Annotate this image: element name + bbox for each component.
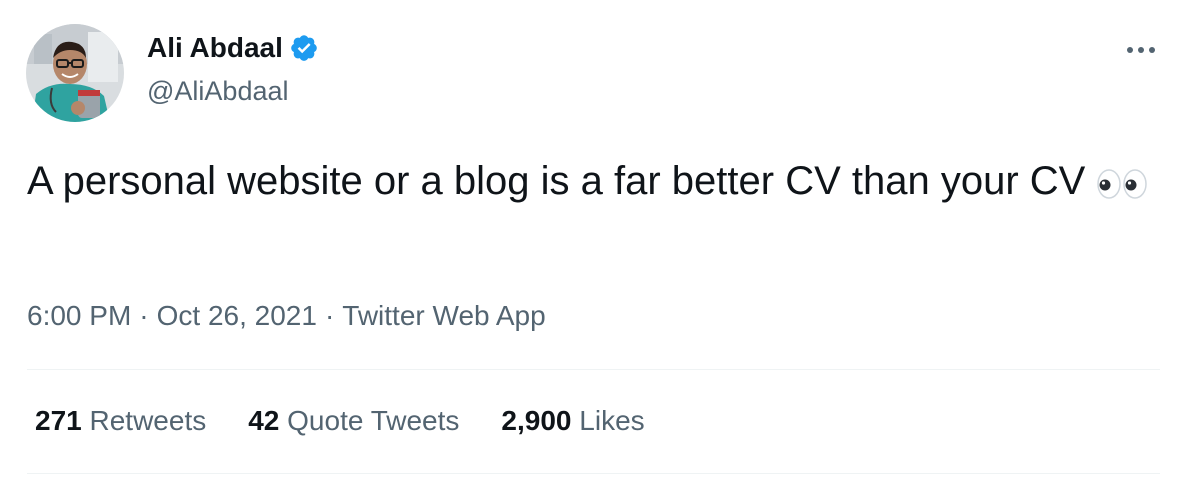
meta-separator: · — [139, 300, 149, 331]
eyes-emoji-icon — [1095, 160, 1149, 214]
retweets-count: 271 — [35, 405, 82, 436]
author-name-row: Ali Abdaal — [147, 30, 319, 66]
author-handle[interactable]: @AliAbdaal — [147, 74, 289, 108]
more-horizontal-icon — [1127, 47, 1133, 53]
tweet-card: Ali Abdaal @AliAbdaal A personal website… — [0, 0, 1194, 486]
avatar[interactable] — [26, 24, 124, 122]
retweets-stat[interactable]: 271 Retweets — [35, 402, 206, 440]
meta-separator: · — [324, 300, 335, 331]
divider — [27, 369, 1160, 370]
verified-badge-icon — [289, 33, 319, 63]
engagement-stats: 271 Retweets 42 Quote Tweets 2,900 Likes — [35, 402, 687, 440]
tweet-date[interactable]: Oct 26, 2021 — [157, 300, 317, 331]
likes-label: Likes — [579, 405, 645, 436]
tweet-text: A personal website or a blog is a far be… — [27, 159, 1086, 203]
divider — [27, 473, 1160, 474]
quote-tweets-label: Quote Tweets — [287, 405, 460, 436]
likes-stat[interactable]: 2,900 Likes — [501, 402, 644, 440]
quote-tweets-count: 42 — [248, 405, 280, 436]
tweet-metadata: 6:00 PM · Oct 26, 2021 · Twitter Web App — [27, 297, 546, 335]
more-horizontal-icon-dot — [1138, 47, 1144, 53]
tweet-source-link[interactable]: Twitter Web App — [342, 300, 545, 331]
likes-count: 2,900 — [501, 405, 572, 436]
tweet-time[interactable]: 6:00 PM — [27, 300, 131, 331]
author-display-name[interactable]: Ali Abdaal — [147, 30, 283, 66]
more-horizontal-icon-dot — [1149, 47, 1155, 53]
retweets-label: Retweets — [89, 405, 207, 436]
tweet-text-container: A personal website or a blog is a far be… — [27, 154, 1157, 214]
quote-tweets-stat[interactable]: 42 Quote Tweets — [248, 402, 459, 440]
more-options-button[interactable] — [1118, 34, 1164, 66]
